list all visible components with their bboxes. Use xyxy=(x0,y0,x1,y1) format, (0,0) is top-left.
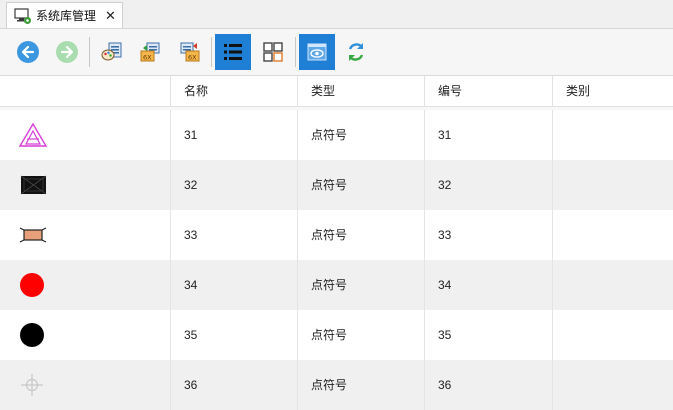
table-row[interactable]: 32 点符号 32 xyxy=(0,160,673,210)
back-button[interactable] xyxy=(10,34,46,70)
type-cell: 点符号 xyxy=(297,310,424,360)
category-cell xyxy=(552,310,673,360)
forward-button[interactable] xyxy=(49,34,85,70)
sync-arrows-icon xyxy=(348,43,364,61)
category-cell xyxy=(552,210,673,260)
code-cell: 34 xyxy=(424,260,552,310)
category-cell xyxy=(552,360,673,410)
table-row[interactable]: 35 点符号 35 xyxy=(0,310,673,360)
red-circle-symbol-icon xyxy=(20,273,44,297)
bowtie-rectangle-symbol-icon xyxy=(19,227,47,243)
column-header-type[interactable]: 类型 xyxy=(297,76,424,106)
export-library-icon: 6X xyxy=(140,42,160,62)
code-cell: 36 xyxy=(424,360,552,410)
import-library-button[interactable]: 6X xyxy=(172,34,208,70)
back-arrow-icon xyxy=(17,41,39,63)
refresh-button[interactable] xyxy=(338,34,374,70)
list-view-icon xyxy=(224,44,242,60)
tab-strip: 系统库管理 ✕ xyxy=(0,0,673,29)
category-cell xyxy=(552,260,673,310)
symbol-palette-icon xyxy=(101,42,122,61)
preview-eye-icon xyxy=(307,43,327,61)
svg-text:6X: 6X xyxy=(188,54,197,62)
list-view-button[interactable] xyxy=(215,34,251,70)
crosshair-symbol-icon xyxy=(21,374,43,396)
symbol-table: 名称 类型 编号 类别 31 点符号 31 32 点符号 32 33 点符号 3… xyxy=(0,76,673,410)
table-row[interactable]: 31 点符号 31 xyxy=(0,110,673,160)
import-library-icon: 6X xyxy=(180,42,200,62)
code-cell: 31 xyxy=(424,110,552,160)
triangle-symbol-icon xyxy=(18,122,48,147)
name-cell: 34 xyxy=(170,260,297,310)
symbol-edit-button[interactable] xyxy=(94,34,130,70)
name-cell: 35 xyxy=(170,310,297,360)
close-icon[interactable]: ✕ xyxy=(105,8,116,24)
symbol-cell xyxy=(0,310,170,360)
grid-view-button[interactable] xyxy=(255,34,291,70)
name-cell: 32 xyxy=(170,160,297,210)
category-cell xyxy=(552,110,673,160)
symbol-cell xyxy=(0,360,170,410)
column-header-symbol[interactable] xyxy=(0,76,170,106)
category-cell xyxy=(552,160,673,210)
type-cell: 点符号 xyxy=(297,360,424,410)
toolbar-separator xyxy=(295,37,296,67)
system-library-icon xyxy=(14,7,32,25)
forward-arrow-icon xyxy=(56,41,78,63)
export-library-button[interactable]: 6X xyxy=(132,34,168,70)
code-cell: 35 xyxy=(424,310,552,360)
toolbar: 6X 6X xyxy=(0,29,673,76)
code-cell: 33 xyxy=(424,210,552,260)
preview-button[interactable] xyxy=(299,34,335,70)
toolbar-separator xyxy=(89,37,90,67)
name-cell: 33 xyxy=(170,210,297,260)
table-row[interactable]: 36 点符号 36 xyxy=(0,360,673,410)
grid-view-icon xyxy=(263,42,283,62)
svg-text:6X: 6X xyxy=(143,54,152,62)
symbol-cell xyxy=(0,260,170,310)
type-cell: 点符号 xyxy=(297,210,424,260)
table-header: 名称 类型 编号 类别 xyxy=(0,76,673,107)
toolbar-separator xyxy=(211,37,212,67)
column-header-code[interactable]: 编号 xyxy=(424,76,552,106)
black-rectangle-symbol-icon xyxy=(20,175,47,195)
table-row[interactable]: 34 点符号 34 xyxy=(0,260,673,310)
table-row[interactable]: 33 点符号 33 xyxy=(0,210,673,260)
tab-title: 系统库管理 xyxy=(36,9,97,23)
symbol-cell xyxy=(0,210,170,260)
type-cell: 点符号 xyxy=(297,160,424,210)
code-cell: 32 xyxy=(424,160,552,210)
name-cell: 36 xyxy=(170,360,297,410)
black-circle-symbol-icon xyxy=(20,323,44,347)
column-header-category[interactable]: 类别 xyxy=(552,76,673,106)
column-header-name[interactable]: 名称 xyxy=(170,76,297,106)
symbol-cell xyxy=(0,160,170,210)
type-cell: 点符号 xyxy=(297,110,424,160)
type-cell: 点符号 xyxy=(297,260,424,310)
tab-system-library[interactable]: 系统库管理 ✕ xyxy=(6,2,123,28)
symbol-cell xyxy=(0,110,170,160)
name-cell: 31 xyxy=(170,110,297,160)
